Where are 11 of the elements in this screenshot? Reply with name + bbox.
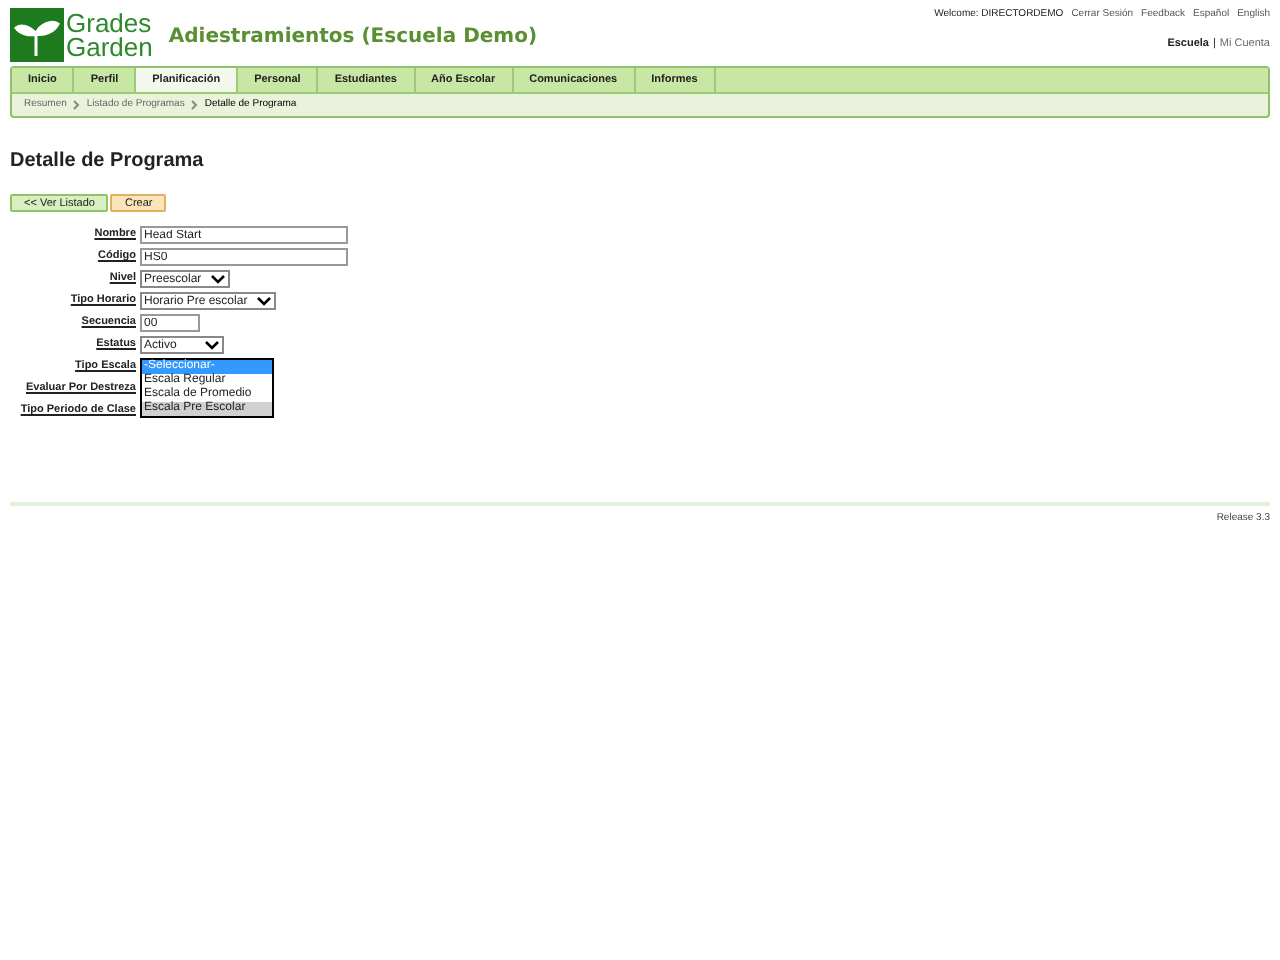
logo-text: Garden bbox=[66, 35, 153, 59]
page-heading: Detalle de Programa bbox=[10, 148, 206, 176]
sprout-icon bbox=[10, 8, 64, 62]
logo[interactable]: Grades Garden bbox=[10, 8, 153, 62]
app-title: Adiestramientos (Escuela Demo) bbox=[168, 24, 538, 52]
logo-text: Grades bbox=[66, 11, 153, 35]
chevron-icon bbox=[190, 100, 199, 110]
caret-icon bbox=[255, 295, 272, 307]
chevron-icon bbox=[72, 100, 81, 110]
caret-icon bbox=[209, 273, 226, 285]
caret-icon bbox=[204, 339, 220, 351]
